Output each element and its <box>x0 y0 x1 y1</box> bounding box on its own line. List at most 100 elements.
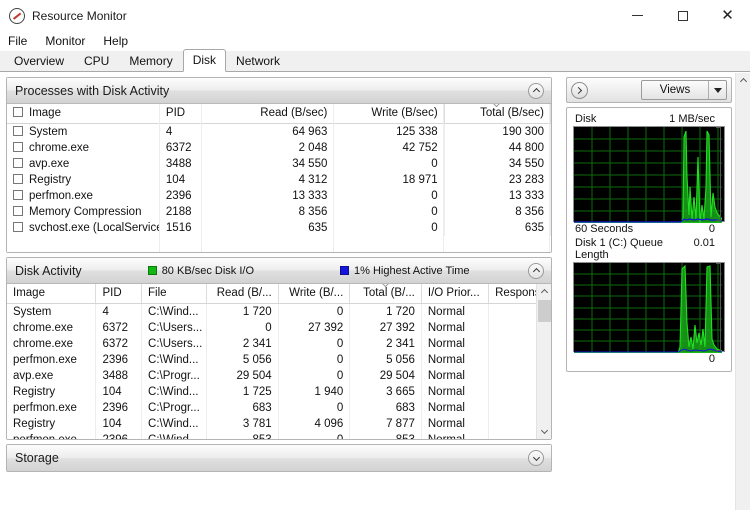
row-checkbox[interactable] <box>13 126 23 136</box>
table-row[interactable]: Registry 104 4 312 18 971 23 283 <box>7 172 551 188</box>
process-image: svchost.exe (LocalServiceNet... <box>7 220 160 236</box>
maximize-icon <box>677 10 688 21</box>
scrollbar-thumb[interactable] <box>538 300 551 322</box>
table-row[interactable]: avp.exe 3488 34 550 0 34 550 <box>7 156 551 172</box>
table-row[interactable]: System 4 64 963 125 338 190 300 <box>7 123 551 140</box>
disk-activity-section-header[interactable]: Disk Activity 80 KB/sec Disk I/O 1% High… <box>7 258 551 284</box>
row-checkbox[interactable] <box>13 206 23 216</box>
right-pane-scrollbar[interactable] <box>735 73 750 510</box>
table-row[interactable]: System 4 C:\Wind... 1 720 0 1 720 Normal… <box>7 303 551 320</box>
close-button[interactable]: ✕ <box>705 0 750 31</box>
da-total: 27 392 <box>349 320 422 336</box>
process-total: 190 300 <box>444 123 551 140</box>
da-pid: 104 <box>95 384 143 400</box>
processes-col-image[interactable]: Image <box>7 104 160 124</box>
processes-col-total[interactable]: Total (B/sec) <box>444 104 551 124</box>
da-priority: Normal <box>421 368 490 384</box>
queue-graph-footer: 0 <box>573 352 725 365</box>
da-priority: Normal <box>421 384 490 400</box>
disk-activity-scrollbar[interactable] <box>536 284 551 439</box>
chevron-down-icon[interactable] <box>528 450 544 466</box>
processes-table: Image PID Read (B/sec) Write (B/sec) Tot… <box>7 104 551 236</box>
row-checkbox[interactable] <box>13 158 23 168</box>
tab-network[interactable]: Network <box>226 51 290 72</box>
process-read: 64 963 <box>201 123 335 140</box>
da-pid: 2396 <box>95 400 143 416</box>
row-checkbox[interactable] <box>13 222 23 232</box>
disk-graph-plot <box>574 127 722 223</box>
menu-item-help[interactable]: Help <box>103 34 137 48</box>
da-priority: Normal <box>421 303 490 320</box>
da-priority: Normal <box>421 400 490 416</box>
da-write: 0 <box>278 432 351 439</box>
maximize-button[interactable] <box>660 0 705 31</box>
da-read: 5 056 <box>206 352 279 368</box>
menu-item-file[interactable]: File <box>8 34 36 48</box>
processes-col-read[interactable]: Read (B/sec) <box>201 104 335 124</box>
chevron-up-icon[interactable] <box>528 262 544 279</box>
scroll-down-icon[interactable] <box>537 424 551 439</box>
disk-graph-title: Disk <box>575 113 597 125</box>
table-row[interactable]: Registry 104 C:\Wind... 1 725 1 940 3 66… <box>7 384 551 400</box>
menu-item-monitor[interactable]: Monitor <box>45 34 94 48</box>
chevron-up-icon[interactable] <box>528 82 544 99</box>
table-row[interactable]: perfmon.exe 2396 C:\Wind... 853 0 853 No… <box>7 432 551 439</box>
resource-monitor-icon <box>9 7 25 24</box>
disk-graph-min: 0 <box>708 223 715 235</box>
tab-disk[interactable]: Disk <box>182 49 227 72</box>
row-checkbox[interactable] <box>13 174 23 184</box>
views-button[interactable]: Views <box>641 80 727 100</box>
disk-graph-max: 1 MB/sec <box>669 113 715 125</box>
table-row[interactable]: Registry 104 C:\Wind... 3 781 4 096 7 87… <box>7 416 551 432</box>
da-col-io-priority[interactable]: I/O Prior... <box>421 284 490 304</box>
disk-activity-table-body: System 4 C:\Wind... 1 720 0 1 720 Normal… <box>7 303 551 439</box>
process-write: 125 338 <box>333 123 445 140</box>
da-total: 5 056 <box>349 352 422 368</box>
table-row[interactable]: avp.exe 3488 C:\Progr... 29 504 0 29 504… <box>7 368 551 384</box>
da-image: avp.exe <box>7 368 97 384</box>
da-read: 3 781 <box>206 416 279 432</box>
da-col-read[interactable]: Read (B/... <box>206 284 279 304</box>
table-row[interactable]: chrome.exe 6372 2 048 42 752 44 800 <box>7 140 551 156</box>
table-row[interactable]: Memory Compression 2188 8 356 0 8 356 <box>7 204 551 220</box>
da-write: 4 096 <box>278 416 351 432</box>
da-pid: 3488 <box>95 368 143 384</box>
table-row[interactable]: chrome.exe 6372 C:\Users... 0 27 392 27 … <box>7 320 551 336</box>
table-row[interactable]: perfmon.exe 2396 C:\Progr... 683 0 683 N… <box>7 400 551 416</box>
table-row[interactable]: perfmon.exe 2396 C:\Wind... 5 056 0 5 05… <box>7 352 551 368</box>
process-image: chrome.exe <box>7 140 160 156</box>
da-col-image[interactable]: Image <box>7 284 97 304</box>
process-pid: 3488 <box>159 156 203 172</box>
row-checkbox[interactable] <box>13 142 23 152</box>
sort-indicator-icon <box>494 104 501 107</box>
processes-section-header[interactable]: Processes with Disk Activity <box>7 78 551 104</box>
table-row[interactable]: perfmon.exe 2396 13 333 0 13 333 <box>7 188 551 204</box>
da-col-write[interactable]: Write (B/... <box>278 284 351 304</box>
chevron-right-icon[interactable] <box>571 81 588 99</box>
processes-table-container[interactable]: Image PID Read (B/sec) Write (B/sec) Tot… <box>7 104 551 252</box>
queue-graph-max: 0.01 <box>693 237 715 249</box>
disk-activity-table-container[interactable]: Image PID File Read (B/... Write (B/... … <box>7 284 551 439</box>
legend-active-time: 1% Highest Active Time <box>340 265 470 277</box>
scroll-up-icon[interactable] <box>537 284 551 299</box>
tab-cpu[interactable]: CPU <box>74 51 119 72</box>
minimize-button[interactable] <box>615 0 660 31</box>
caret-down-icon[interactable] <box>709 87 726 93</box>
tab-overview[interactable]: Overview <box>4 51 74 72</box>
processes-col-write[interactable]: Write (B/sec) <box>333 104 445 124</box>
da-col-total[interactable]: Total (B/... <box>349 284 422 304</box>
processes-col-pid[interactable]: PID <box>159 104 203 124</box>
da-col-file[interactable]: File <box>141 284 208 304</box>
disk-graph-xlabel: 60 Seconds <box>575 223 634 235</box>
scroll-up-icon[interactable] <box>736 73 750 88</box>
da-file: C:\Wind... <box>141 352 208 368</box>
storage-section-header[interactable]: Storage <box>7 445 551 471</box>
tab-memory[interactable]: Memory <box>119 51 182 72</box>
table-row[interactable]: chrome.exe 6372 C:\Users... 2 341 0 2 34… <box>7 336 551 352</box>
select-all-checkbox[interactable] <box>13 107 23 117</box>
process-image: System <box>7 123 160 140</box>
legend-swatch-disk-io <box>147 266 157 275</box>
row-checkbox[interactable] <box>13 190 23 200</box>
table-row[interactable]: svchost.exe (LocalServiceNet... 1516 635… <box>7 220 551 236</box>
da-col-pid[interactable]: PID <box>95 284 143 304</box>
